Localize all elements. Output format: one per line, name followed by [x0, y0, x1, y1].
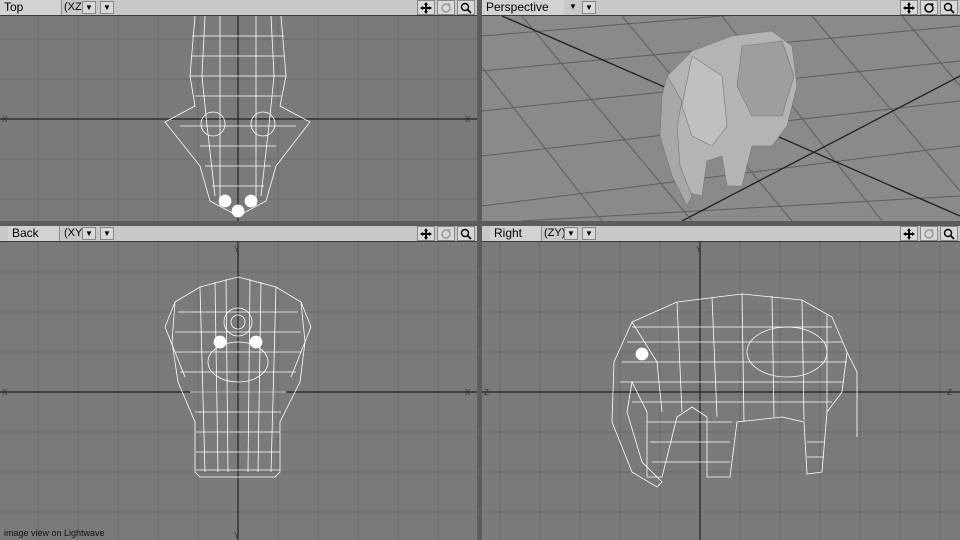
viewport-right[interactable]: Right (ZY) ▼ ▼ Z Z Y — [482, 226, 960, 540]
options-dropdown-icon[interactable]: ▼ — [100, 1, 114, 14]
viewport-header: Perspective ▼ ▼ — [482, 0, 960, 16]
right-canvas[interactable]: Z Z Y — [482, 242, 960, 540]
svg-text:X: X — [2, 115, 8, 124]
svg-text:Y: Y — [234, 531, 240, 540]
dropdown-arrow-icon[interactable]: ▼ — [564, 227, 578, 240]
zoom-icon[interactable] — [457, 0, 475, 15]
svg-text:Y: Y — [696, 245, 702, 254]
viewport-header: Top (XZ) ▼ ▼ — [0, 0, 477, 16]
viewport-tools — [417, 226, 475, 241]
dropdown-arrow-icon[interactable]: ▼ — [82, 1, 96, 14]
svg-text:X: X — [2, 388, 8, 397]
rotate-icon[interactable] — [437, 226, 455, 241]
rotate-icon[interactable] — [920, 0, 938, 15]
move-icon[interactable] — [900, 226, 918, 241]
view-mode-label[interactable]: Perspective — [482, 0, 564, 15]
move-icon[interactable] — [900, 0, 918, 15]
elephant-solid-model — [659, 30, 798, 207]
options-dropdown-icon[interactable]: ▼ — [582, 227, 596, 240]
dropdown-arrow-icon[interactable]: ▼ — [566, 1, 580, 14]
viewport-tools — [900, 226, 958, 241]
svg-text:X: X — [465, 115, 471, 124]
viewport-tools — [417, 0, 475, 15]
dropdown-arrow-icon[interactable]: ▼ — [82, 227, 96, 240]
axis-label[interactable]: (ZY) — [544, 226, 565, 241]
view-mode-label[interactable]: Top — [0, 0, 62, 15]
svg-text:X: X — [465, 388, 471, 397]
viewport-header: Back (XY) ▼ ▼ — [0, 226, 477, 242]
perspective-canvas[interactable] — [482, 16, 960, 221]
options-dropdown-icon[interactable]: ▼ — [582, 1, 596, 14]
viewport-top[interactable]: Top (XZ) ▼ ▼ XX — [0, 0, 477, 221]
rotate-icon[interactable] — [920, 226, 938, 241]
svg-text:Y: Y — [234, 245, 240, 254]
rotate-icon[interactable] — [437, 0, 455, 15]
zoom-icon[interactable] — [457, 226, 475, 241]
zoom-icon[interactable] — [940, 226, 958, 241]
viewport-perspective[interactable]: Perspective ▼ ▼ — [482, 0, 960, 221]
svg-text:Z: Z — [484, 388, 489, 397]
back-canvas[interactable]: X X Y Y — [0, 242, 477, 540]
move-icon[interactable] — [417, 0, 435, 15]
view-mode-label[interactable]: Right — [490, 226, 542, 241]
viewport-tools — [900, 0, 958, 15]
zoom-icon[interactable] — [940, 0, 958, 15]
move-icon[interactable] — [417, 226, 435, 241]
viewport-back[interactable]: Back (XY) ▼ ▼ X X Y Y image view on Lightw… — [0, 226, 477, 540]
image-caption: image view on Lightwave — [4, 528, 105, 538]
viewport-header: Right (ZY) ▼ ▼ — [482, 226, 960, 242]
view-mode-label[interactable]: Back — [8, 226, 60, 241]
options-dropdown-icon[interactable]: ▼ — [100, 227, 114, 240]
svg-text:Z: Z — [947, 388, 952, 397]
top-canvas[interactable]: XX — [0, 16, 477, 221]
